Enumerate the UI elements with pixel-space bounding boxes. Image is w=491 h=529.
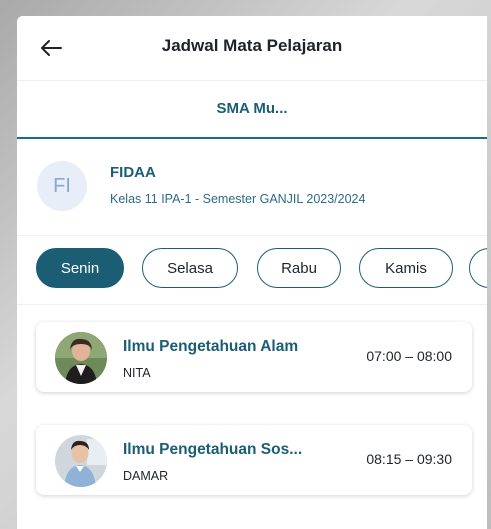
- day-pill-next[interactable]: [469, 248, 487, 288]
- tab-school-label: SMA Mu...: [216, 100, 288, 117]
- teacher-name: DAMAR: [123, 469, 169, 483]
- student-name: FIDAA: [110, 164, 156, 181]
- arrow-left-icon: [41, 40, 62, 56]
- student-class-info: Kelas 11 IPA-1 - Semester GANJIL 2023/20…: [110, 192, 366, 206]
- student-info-card: FI FIDAA Kelas 11 IPA-1 - Semester GANJI…: [17, 139, 487, 236]
- schedule-card[interactable]: Ilmu Pengetahuan Sos... DAMAR 08:15 – 09…: [36, 425, 472, 495]
- schedule-card[interactable]: Ilmu Pengetahuan Alam NITA 07:00 – 08:00: [36, 322, 472, 392]
- day-pill-selasa[interactable]: Selasa: [142, 248, 238, 288]
- day-pill-rabu[interactable]: Rabu: [257, 248, 341, 288]
- teacher-photo: [55, 435, 107, 487]
- page-title: Jadwal Mata Pelajaran: [161, 36, 343, 55]
- teacher-name: NITA: [123, 366, 151, 380]
- time-range: 07:00 – 08:00: [366, 348, 452, 364]
- avatar: FI: [37, 161, 87, 211]
- back-button[interactable]: [37, 34, 65, 62]
- app-screen: Jadwal Mata Pelajaran SMA Mu... FI FIDAA…: [17, 16, 487, 529]
- subject-name: Ilmu Pengetahuan Sos...: [123, 441, 303, 458]
- subject-name: Ilmu Pengetahuan Alam: [123, 338, 299, 355]
- day-pill-kamis[interactable]: Kamis: [359, 248, 453, 288]
- day-selector: Senin Selasa Rabu Kamis: [17, 236, 487, 305]
- teacher-photo: [55, 332, 107, 384]
- time-range: 08:15 – 09:30: [366, 451, 452, 467]
- tab-school[interactable]: SMA Mu...: [17, 81, 487, 139]
- day-pill-senin[interactable]: Senin: [36, 248, 124, 288]
- app-bar: Jadwal Mata Pelajaran: [17, 16, 487, 81]
